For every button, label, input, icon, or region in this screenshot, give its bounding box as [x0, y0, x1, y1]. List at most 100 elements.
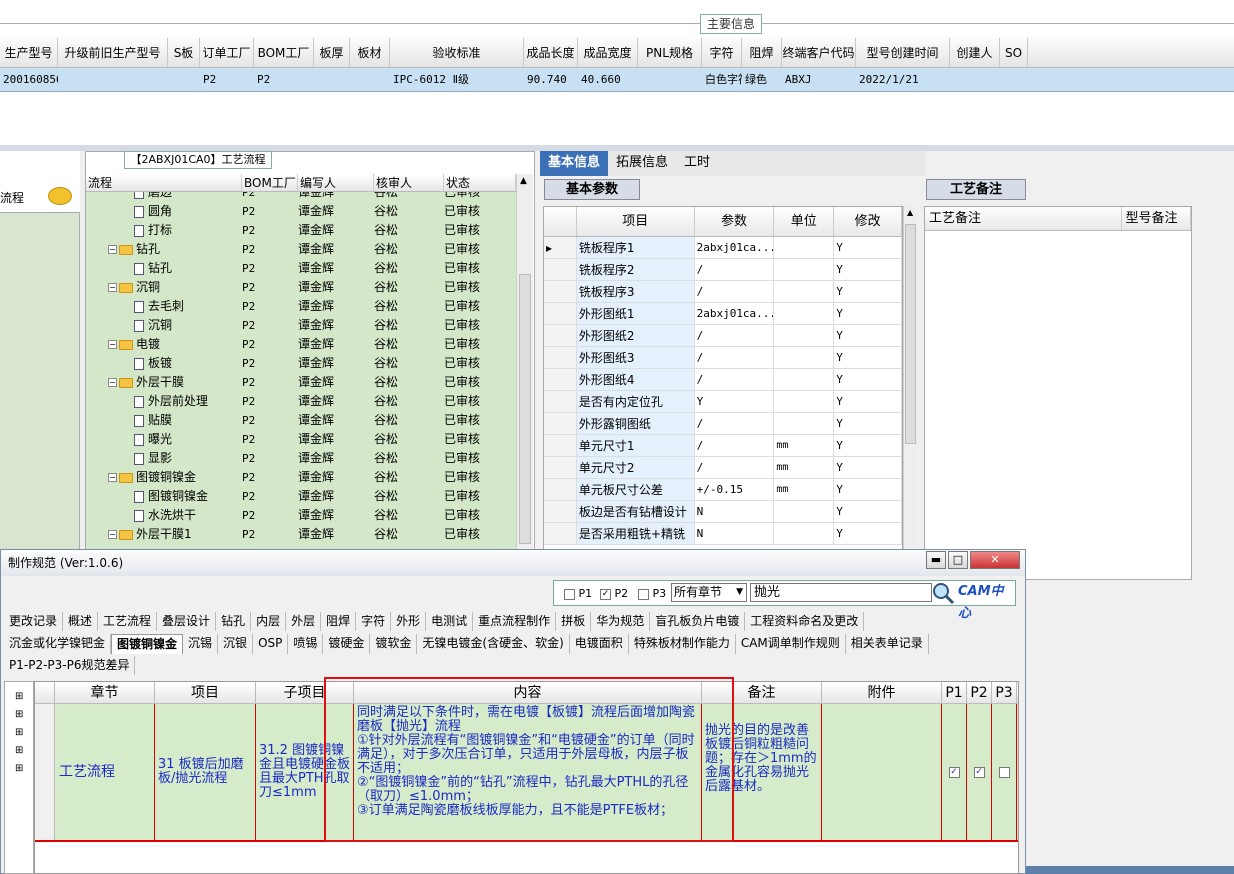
tree-node[interactable]: 显影: [86, 449, 242, 468]
row-indicator[interactable]: [544, 281, 577, 302]
spec-tab[interactable]: 外层: [286, 612, 322, 631]
tree-node[interactable]: − 外层干膜1: [86, 525, 242, 544]
spec-tab[interactable]: 盲孔板负片电镀: [650, 612, 746, 631]
column-header[interactable]: 板材: [350, 38, 390, 67]
chapter-tree[interactable]: ⊞ ⊞ ⊞ ⊞ ⊞: [4, 681, 34, 874]
row-indicator[interactable]: [544, 479, 577, 500]
tree-row[interactable]: − 图镀铜镍金 P2 谭金辉 谷松 已审核: [86, 468, 516, 487]
params-scrollbar[interactable]: ▲: [903, 206, 918, 551]
spec-tab[interactable]: 无镍电镀金(含硬金、软金): [417, 634, 570, 654]
column-header[interactable]: 型号创建时间: [856, 38, 950, 67]
scroll-thumb[interactable]: [519, 274, 531, 544]
row-indicator[interactable]: [544, 501, 577, 522]
speech-bubble-icon[interactable]: [48, 187, 72, 205]
param-value[interactable]: /: [695, 457, 775, 478]
tab-2[interactable]: 工时: [676, 151, 718, 176]
tree-node[interactable]: 曝光: [86, 430, 242, 449]
process-tree[interactable]: 磨边 P2 谭金辉 谷松 已审核 圆角 P2 谭金辉 谷松 已审核 打标 P2 谭金辉 谷松 已审核 − 钻孔 P…: [86, 192, 516, 550]
spec-tab[interactable]: 镀硬金: [323, 634, 371, 654]
params-row[interactable]: 外形露铜图纸 / Y: [544, 413, 902, 435]
maximize-button[interactable]: □: [948, 551, 968, 569]
tree-row[interactable]: − 沉铜 P2 谭金辉 谷松 已审核: [86, 278, 516, 297]
params-row[interactable]: 是否采用粗铣+精铣 N Y: [544, 523, 902, 545]
row-indicator[interactable]: ▸: [544, 237, 577, 258]
tree-node[interactable]: 钻孔: [86, 259, 242, 278]
param-value[interactable]: /: [695, 259, 775, 280]
tree-node[interactable]: − 钻孔: [86, 240, 242, 259]
collapse-icon[interactable]: −: [108, 245, 117, 254]
params-row[interactable]: 铣板程序3/ Y: [544, 281, 902, 303]
scroll-thumb[interactable]: [905, 224, 916, 444]
spec-tab[interactable]: 外形: [391, 612, 427, 631]
params-column-header[interactable]: 单位: [774, 207, 835, 236]
checkbox[interactable]: ✓: [600, 588, 611, 600]
tree-node[interactable]: 磨边: [86, 192, 242, 202]
result-column-header[interactable]: 章节: [55, 682, 155, 703]
spec-tab[interactable]: 工艺流程: [98, 612, 158, 631]
tree-column-header[interactable]: 流程: [86, 174, 242, 191]
tree-row[interactable]: 水洗烘干 P2 谭金辉 谷松 已审核: [86, 506, 516, 525]
column-header[interactable]: 验收标准: [390, 38, 524, 67]
tree-column-header[interactable]: 状态: [444, 174, 516, 191]
tree-node[interactable]: − 图镀铜镍金: [86, 468, 242, 487]
spec-tab[interactable]: P1-P2-P3-P6规范差异: [4, 656, 136, 675]
process-notes-grid[interactable]: 工艺备注 型号备注: [924, 206, 1192, 580]
tree-row[interactable]: 板镀 P2 谭金辉 谷松 已审核: [86, 354, 516, 373]
chapter-select[interactable]: 所有章节 ▼: [671, 583, 747, 602]
tree-column-header[interactable]: BOM工厂: [242, 174, 298, 191]
params-row[interactable]: 板边是否有钻槽设计 N Y: [544, 501, 902, 523]
result-column-header[interactable]: P2: [967, 682, 992, 703]
params-column-header[interactable]: 项目: [577, 207, 695, 236]
column-header[interactable]: 成品长度: [524, 38, 578, 67]
basic-params-grid[interactable]: 项目 参数 单位 修改 ▸ 铣板程序1 2abxj01ca... Y 铣板程序2/Y 铣板程序3/…: [543, 206, 903, 551]
param-value[interactable]: /: [695, 435, 775, 456]
column-header[interactable]: SO: [1000, 38, 1028, 67]
spec-tab[interactable]: 重点流程制作: [473, 612, 557, 631]
chevron-down-icon[interactable]: ▼: [736, 584, 743, 601]
spec-tab[interactable]: 沉银: [218, 634, 254, 654]
minimize-button[interactable]: ▬: [926, 551, 946, 569]
param-value[interactable]: /: [695, 281, 775, 302]
spec-tab[interactable]: 华为规范: [591, 612, 651, 631]
param-value[interactable]: N: [695, 501, 775, 522]
scroll-up-icon[interactable]: ▲: [907, 208, 913, 217]
tree-row[interactable]: 外层前处理 P2 谭金辉 谷松 已审核: [86, 392, 516, 411]
param-value[interactable]: 2abxj01ca...: [695, 303, 775, 324]
tree-node[interactable]: − 外层干膜: [86, 373, 242, 392]
row-indicator[interactable]: [544, 457, 577, 478]
result-column-header[interactable]: 附件: [822, 682, 942, 703]
scroll-up-icon[interactable]: ▲: [520, 176, 527, 186]
tree-row[interactable]: 贴膜 P2 谭金辉 谷松 已审核: [86, 411, 516, 430]
checkbox[interactable]: [638, 588, 649, 600]
search-button[interactable]: [931, 581, 955, 605]
param-value[interactable]: /: [695, 369, 775, 390]
tree-row[interactable]: − 钻孔 P2 谭金辉 谷松 已审核: [86, 240, 516, 259]
spec-tab[interactable]: OSP: [253, 634, 289, 654]
spec-tab[interactable]: 拼板: [556, 612, 592, 631]
row-indicator[interactable]: [544, 347, 577, 368]
params-row[interactable]: 铣板程序2/ Y: [544, 259, 902, 281]
p1-filter[interactable]: P1: [564, 587, 592, 600]
params-column-header[interactable]: 参数: [695, 207, 775, 236]
tree-scrollbar[interactable]: ▲: [516, 174, 533, 550]
params-row[interactable]: 单元板尺寸公差 +/-0.15 mm Y: [544, 479, 902, 501]
spec-tab[interactable]: 沉金或化学镍钯金: [4, 634, 112, 654]
checkbox[interactable]: ✓: [973, 766, 985, 778]
spec-tab[interactable]: 钻孔: [216, 612, 252, 631]
spec-tab[interactable]: 电镀面积: [570, 634, 629, 654]
column-header[interactable]: 板厚: [314, 38, 350, 67]
spec-tab[interactable]: 沉锡: [183, 634, 219, 654]
row-indicator[interactable]: [544, 413, 577, 434]
collapse-icon[interactable]: −: [108, 378, 117, 387]
params-row[interactable]: ▸ 铣板程序1 2abxj01ca... Y: [544, 237, 902, 259]
tree-row[interactable]: 磨边 P2 谭金辉 谷松 已审核: [86, 192, 516, 202]
tree-column-header[interactable]: 编写人: [298, 174, 374, 191]
tree-row[interactable]: − 电镀 P2 谭金辉 谷松 已审核: [86, 335, 516, 354]
result-attachment[interactable]: [822, 704, 942, 840]
row-indicator[interactable]: [544, 303, 577, 324]
params-row[interactable]: 单元尺寸2/mm Y: [544, 457, 902, 479]
param-value[interactable]: 2abxj01ca...: [695, 237, 775, 258]
collapse-icon[interactable]: −: [108, 530, 117, 539]
search-input[interactable]: 抛光: [750, 583, 932, 602]
dialog-titlebar[interactable]: [1, 550, 1025, 576]
